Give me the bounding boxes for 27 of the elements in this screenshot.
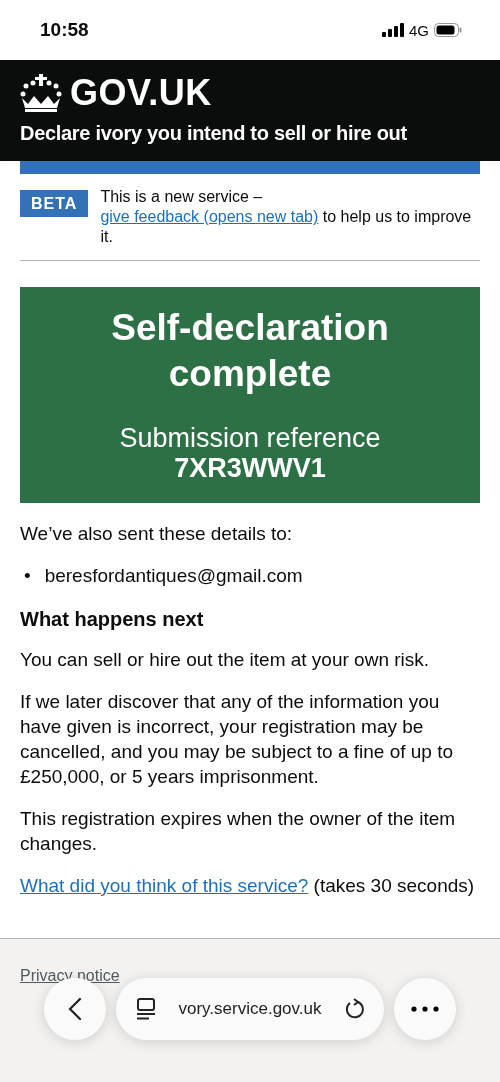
- feedback-link[interactable]: give feedback (opens new tab): [100, 208, 319, 225]
- reload-icon[interactable]: [344, 998, 366, 1020]
- govuk-logo-text[interactable]: GOV.UK: [70, 72, 212, 114]
- reference-label: Submission reference: [119, 423, 381, 453]
- bullet: •: [24, 564, 31, 588]
- network-label: 4G: [409, 21, 429, 39]
- reference-number: 7XR3WWV1: [174, 453, 326, 483]
- beta-tag: BETA: [20, 190, 89, 217]
- body-text: You can sell or hire out the item at your own risk.: [20, 648, 431, 672]
- back-icon: [68, 997, 82, 1021]
- body-text: If we later discover that any of the information you have given is incorrect, your registration may be cancelled, and you may be subject to a fine of up to £250,000, or 5 years imprisonment.: [20, 690, 455, 789]
- signal-icon: [382, 23, 404, 37]
- body-text: We’ve also sent these details to:: [20, 522, 294, 546]
- panel-title: Self-declaration complete: [110, 306, 390, 396]
- url-text: vory.service.gov.uk: [178, 999, 322, 1019]
- email-list-item: beresfordantiques@gmail.com: [44, 564, 303, 588]
- survey-link[interactable]: What did you think of this service?: [20, 875, 309, 896]
- status-time: 10:58: [40, 19, 89, 41]
- more-icon: [411, 1006, 439, 1012]
- phase-banner-text: This is a new service – give feedback (opens new tab) to help us to improve it.: [100, 187, 473, 247]
- body-text: This registration expires when the owner of the item changes.: [20, 807, 457, 856]
- crown-icon: [20, 74, 62, 112]
- service-name[interactable]: Declare ivory you intend to sell or hire out: [20, 122, 480, 145]
- section-heading: What happens next: [20, 608, 205, 631]
- battery-icon: [434, 23, 462, 37]
- feedback-text: What did you think of this service? (takes 30 seconds): [20, 874, 476, 898]
- page-menu-icon: [136, 998, 156, 1020]
